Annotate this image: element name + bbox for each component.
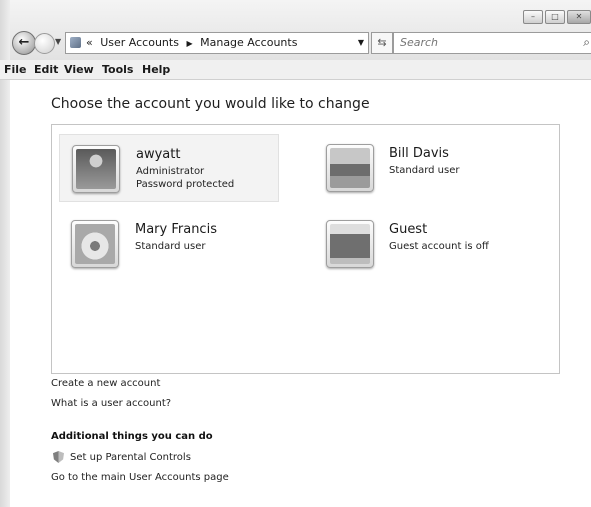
account-type: Administrator (136, 166, 205, 177)
account-password-status: Password protected (136, 179, 235, 190)
account-name: Bill Davis (389, 146, 449, 161)
menu-bar: File Edit View Tools Help (0, 60, 591, 80)
breadcrumb: « User Accounts ▶ Manage Accounts (86, 33, 301, 54)
account-status: Guest account is off (389, 241, 489, 252)
menu-view[interactable]: View (64, 63, 94, 76)
account-tile-awyatt[interactable]: awyatt Administrator Password protected (59, 134, 279, 202)
account-name: Guest (389, 222, 428, 237)
briefcase-picture (326, 220, 374, 268)
breadcrumb-separator-icon[interactable]: ▶ (186, 39, 192, 48)
menu-edit[interactable]: Edit (34, 63, 58, 76)
forward-arrow-icon[interactable] (34, 33, 55, 54)
back-arrow-icon[interactable]: ← (12, 31, 36, 55)
landscape-picture (326, 144, 374, 192)
navigation-bar: ← ▼ « User Accounts ▶ Manage Accounts ▼ … (12, 31, 591, 55)
shield-icon (53, 451, 64, 463)
breadcrumb-overflow[interactable]: « (86, 36, 93, 49)
accounts-panel: awyatt Administrator Password protected … (51, 124, 560, 374)
account-type: Standard user (135, 241, 206, 252)
menu-help[interactable]: Help (142, 63, 170, 76)
address-bar[interactable]: « User Accounts ▶ Manage Accounts ▼ (65, 32, 369, 54)
flower-picture (71, 220, 119, 268)
minimize-button[interactable]: – (523, 10, 543, 24)
account-tile-guest[interactable]: Guest Guest account is off (314, 210, 532, 276)
main-content: Choose the account you would like to cha… (10, 80, 591, 507)
menu-tools[interactable]: Tools (102, 63, 133, 76)
account-name: Mary Francis (135, 222, 217, 237)
breadcrumb-user-accounts[interactable]: User Accounts (100, 36, 179, 49)
parental-controls-link[interactable]: Set up Parental Controls (70, 452, 191, 463)
address-dropdown-icon[interactable]: ▼ (358, 33, 364, 53)
breadcrumb-manage-accounts[interactable]: Manage Accounts (200, 36, 297, 49)
maximize-button[interactable]: □ (545, 10, 565, 24)
account-name: awyatt (136, 147, 181, 162)
close-button[interactable]: ✕ (567, 10, 591, 24)
search-box[interactable]: ⌕ (393, 32, 591, 54)
main-user-accounts-link[interactable]: Go to the main User Accounts page (51, 472, 229, 483)
page-title: Choose the account you would like to cha… (51, 96, 370, 112)
account-tile-bill-davis[interactable]: Bill Davis Standard user (314, 134, 532, 200)
recent-pages-dropdown[interactable]: ▼ (55, 37, 61, 46)
account-tile-mary-francis[interactable]: Mary Francis Standard user (59, 210, 277, 276)
chess-pieces-picture (72, 145, 120, 193)
additional-tasks-title: Additional things you can do (51, 431, 213, 442)
magnifier-icon[interactable]: ⌕ (583, 35, 590, 50)
create-account-link[interactable]: Create a new account (51, 378, 160, 389)
what-is-user-account-link[interactable]: What is a user account? (51, 398, 171, 409)
account-type: Standard user (389, 165, 460, 176)
control-panel-icon (70, 37, 81, 48)
refresh-icon[interactable]: ⇆ (371, 32, 393, 54)
menu-file[interactable]: File (4, 63, 27, 76)
window-controls: – □ ✕ (523, 10, 591, 24)
search-input[interactable] (400, 36, 560, 49)
